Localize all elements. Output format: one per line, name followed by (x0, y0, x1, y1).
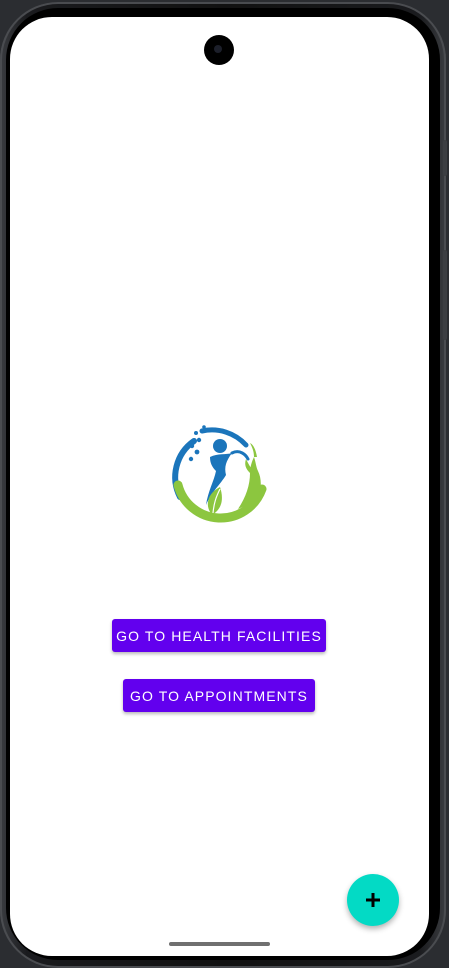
go-to-health-facilities-button[interactable]: GO TO HEALTH FACILITIES (112, 619, 326, 652)
front-camera (204, 35, 234, 65)
app-screen: GO TO HEALTH FACILITIES GO TO APPOINTMEN… (10, 17, 429, 956)
health-wellness-logo-icon (166, 419, 270, 527)
volume-button (443, 250, 447, 340)
device-frame: GO TO HEALTH FACILITIES GO TO APPOINTMEN… (0, 0, 449, 968)
power-button (443, 140, 447, 176)
plus-icon (366, 893, 380, 907)
home-indicator[interactable] (169, 942, 270, 946)
go-to-appointments-button[interactable]: GO TO APPOINTMENTS (123, 679, 315, 712)
add-fab-button[interactable] (347, 874, 399, 926)
